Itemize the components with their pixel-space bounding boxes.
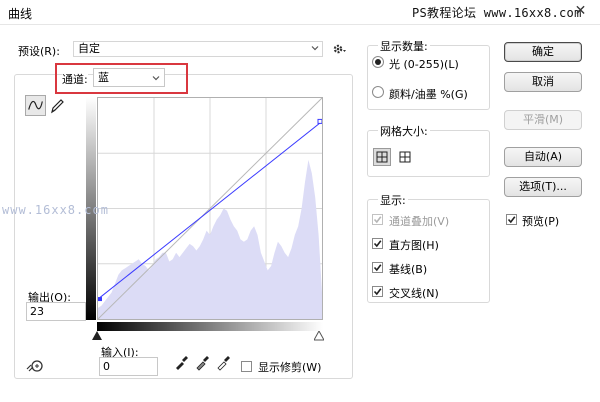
close-icon[interactable]: ✕: [565, 1, 596, 20]
curve-point-white[interactable]: [317, 118, 322, 124]
output-input[interactable]: 23: [26, 302, 86, 321]
grid-size-legend: 网格大小:: [378, 123, 430, 139]
input-gradient-bar: [97, 322, 323, 331]
gray-eyedropper-icon[interactable]: [193, 354, 211, 372]
white-eyedropper-icon[interactable]: [214, 354, 232, 372]
radio-pigment-label: 颜料/油墨 %(G): [389, 88, 468, 101]
input-value: 0: [103, 360, 110, 373]
intersection-label: 交叉线(N): [389, 287, 439, 300]
curve-graph[interactable]: [97, 97, 323, 320]
target-adjust-icon[interactable]: [24, 357, 46, 375]
grid-detailed-button[interactable]: [396, 148, 414, 166]
histogram-label: 直方图(H): [389, 239, 439, 252]
smooth-button[interactable]: 平滑(M): [504, 110, 582, 130]
radio-light[interactable]: [372, 56, 384, 68]
title-bar: 曲线 PS教程论坛 www.16xx8.com ✕: [0, 0, 600, 24]
watermark-text: PS教程论坛 www.16xx8.com: [412, 6, 582, 20]
preview-checkbox[interactable]: [506, 214, 517, 225]
baseline-label: 基线(B): [389, 263, 428, 276]
display-legend: 显示:: [378, 192, 408, 208]
ok-button[interactable]: 确定: [504, 42, 582, 62]
channel-label: 通道:: [62, 71, 88, 87]
curve-tool-icon: [28, 100, 43, 110]
intersection-checkbox[interactable]: [372, 286, 383, 297]
gear-icon[interactable]: [331, 41, 347, 57]
faint-watermark: www.16xx8.com: [2, 203, 109, 217]
channel-overlay-label: 通道叠加(V): [389, 215, 450, 228]
cancel-button[interactable]: 取消: [504, 72, 582, 92]
black-eyedropper-icon[interactable]: [172, 354, 190, 372]
input-input[interactable]: 0: [99, 357, 158, 376]
channel-overlay-checkbox[interactable]: [372, 214, 383, 225]
preset-select[interactable]: 自定: [73, 41, 323, 57]
histogram-checkbox[interactable]: [372, 238, 383, 249]
title-divider: [0, 24, 600, 25]
white-point-slider[interactable]: [314, 331, 324, 341]
channel-select[interactable]: 蓝: [93, 68, 165, 87]
preset-label: 预设(R):: [18, 45, 60, 58]
grid-simple-button[interactable]: [373, 148, 391, 166]
curve-edit-tool[interactable]: [25, 95, 46, 116]
black-point-slider[interactable]: [92, 331, 102, 341]
auto-button[interactable]: 自动(A): [504, 147, 582, 167]
baseline-checkbox[interactable]: [372, 262, 383, 273]
curve-point-black[interactable]: [98, 297, 102, 302]
curve-canvas[interactable]: [98, 98, 322, 319]
show-clipping-checkbox[interactable]: [241, 361, 252, 372]
show-amount-legend: 显示数量:: [378, 38, 430, 54]
options-button[interactable]: 选项(T)...: [504, 177, 582, 197]
pencil-icon: [51, 99, 64, 114]
chevron-down-icon: [311, 46, 319, 51]
grid-4-icon: [376, 151, 388, 163]
radio-light-label: 光 (0-255)(L): [389, 58, 459, 71]
chevron-down-icon: [152, 76, 160, 81]
window-title: 曲线: [8, 7, 33, 21]
radio-pigment[interactable]: [372, 86, 384, 98]
preset-value: 自定: [78, 42, 100, 55]
show-clipping-label: 显示修剪(W): [258, 361, 322, 374]
preview-label: 预览(P): [522, 215, 560, 228]
channel-value: 蓝: [98, 71, 109, 84]
grid-10-icon: [399, 151, 411, 163]
pencil-tool[interactable]: [47, 95, 68, 116]
output-value: 23: [30, 305, 44, 318]
